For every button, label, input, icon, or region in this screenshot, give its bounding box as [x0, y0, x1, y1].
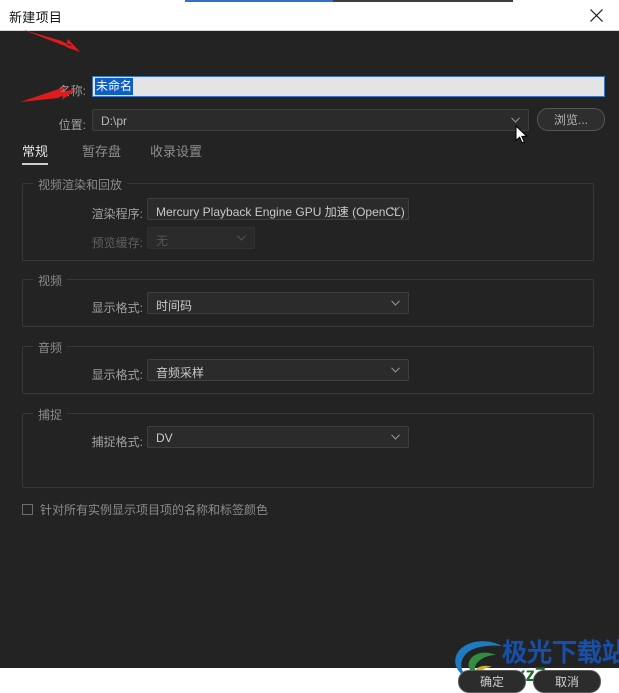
- group-capture: 捕捉: [22, 406, 594, 488]
- group-capture-title: 捕捉: [33, 406, 68, 423]
- audio-display-format-value: 音频采样: [156, 366, 205, 380]
- renderer-combobox[interactable]: Mercury Playback Engine GPU 加速 (OpenCL): [147, 198, 409, 220]
- ok-button[interactable]: 确定: [458, 670, 526, 693]
- show-project-item-name-checkbox[interactable]: 针对所有实例显示项目项的名称和标签颜色: [22, 501, 268, 518]
- audio-display-format-combobox[interactable]: 音频采样: [147, 359, 409, 381]
- watermark-brand: 极光下载站: [502, 639, 619, 667]
- location-value: D:\pr: [101, 114, 128, 128]
- video-display-format-label: 显示格式:: [91, 301, 143, 315]
- cancel-button[interactable]: 取消: [533, 670, 601, 693]
- parent-window-tab-sliver: [185, 0, 333, 2]
- renderer-label: 渲染程序:: [91, 207, 143, 221]
- parent-window-tab-sliver-2: [333, 0, 513, 2]
- preview-cache-label: 预览缓存:: [91, 236, 143, 250]
- checkbox-box-icon: [22, 504, 33, 515]
- video-display-format-value: 时间码: [156, 299, 193, 313]
- location-label: 位置:: [58, 118, 86, 132]
- chevron-down-icon: [237, 235, 246, 241]
- group-audio-title: 音频: [33, 339, 68, 356]
- tab-general[interactable]: 常规: [22, 141, 49, 165]
- name-label: 名称:: [58, 84, 86, 98]
- chevron-down-icon: [391, 300, 400, 306]
- renderer-value: Mercury Playback Engine GPU 加速 (OpenCL): [156, 205, 405, 219]
- checkbox-label: 针对所有实例显示项目项的名称和标签颜色: [40, 503, 269, 517]
- close-icon[interactable]: [574, 0, 619, 30]
- tab-ingest-settings[interactable]: 收录设置: [150, 141, 202, 160]
- location-combobox[interactable]: D:\pr: [92, 109, 529, 131]
- page-title: 新建项目: [9, 10, 63, 25]
- preview-cache-combobox: 无: [147, 227, 255, 249]
- browse-button[interactable]: 浏览...: [537, 108, 605, 131]
- mouse-cursor: [515, 125, 528, 144]
- new-project-dialog: 新建项目 名称: 未命名 位置: D:\pr 浏览... 常规 暂存盘 收录设置: [0, 0, 619, 693]
- chevron-down-icon: [391, 367, 400, 373]
- preview-cache-value: 无: [156, 234, 169, 248]
- chevron-down-icon: [391, 434, 400, 440]
- group-video-title: 视频: [33, 272, 68, 289]
- capture-format-value: DV: [156, 431, 173, 445]
- chevron-down-icon: [511, 117, 520, 123]
- chevron-down-icon: [391, 206, 400, 212]
- tab-scratch-disks[interactable]: 暂存盘: [82, 141, 121, 160]
- title-bar: 新建项目: [0, 0, 619, 31]
- project-name-input[interactable]: [92, 76, 605, 97]
- audio-display-format-label: 显示格式:: [91, 368, 143, 382]
- capture-format-combobox[interactable]: DV: [147, 426, 409, 448]
- capture-format-label: 捕捉格式:: [91, 435, 143, 449]
- group-video-render-playback-title: 视频渲染和回放: [33, 176, 128, 193]
- video-display-format-combobox[interactable]: 时间码: [147, 292, 409, 314]
